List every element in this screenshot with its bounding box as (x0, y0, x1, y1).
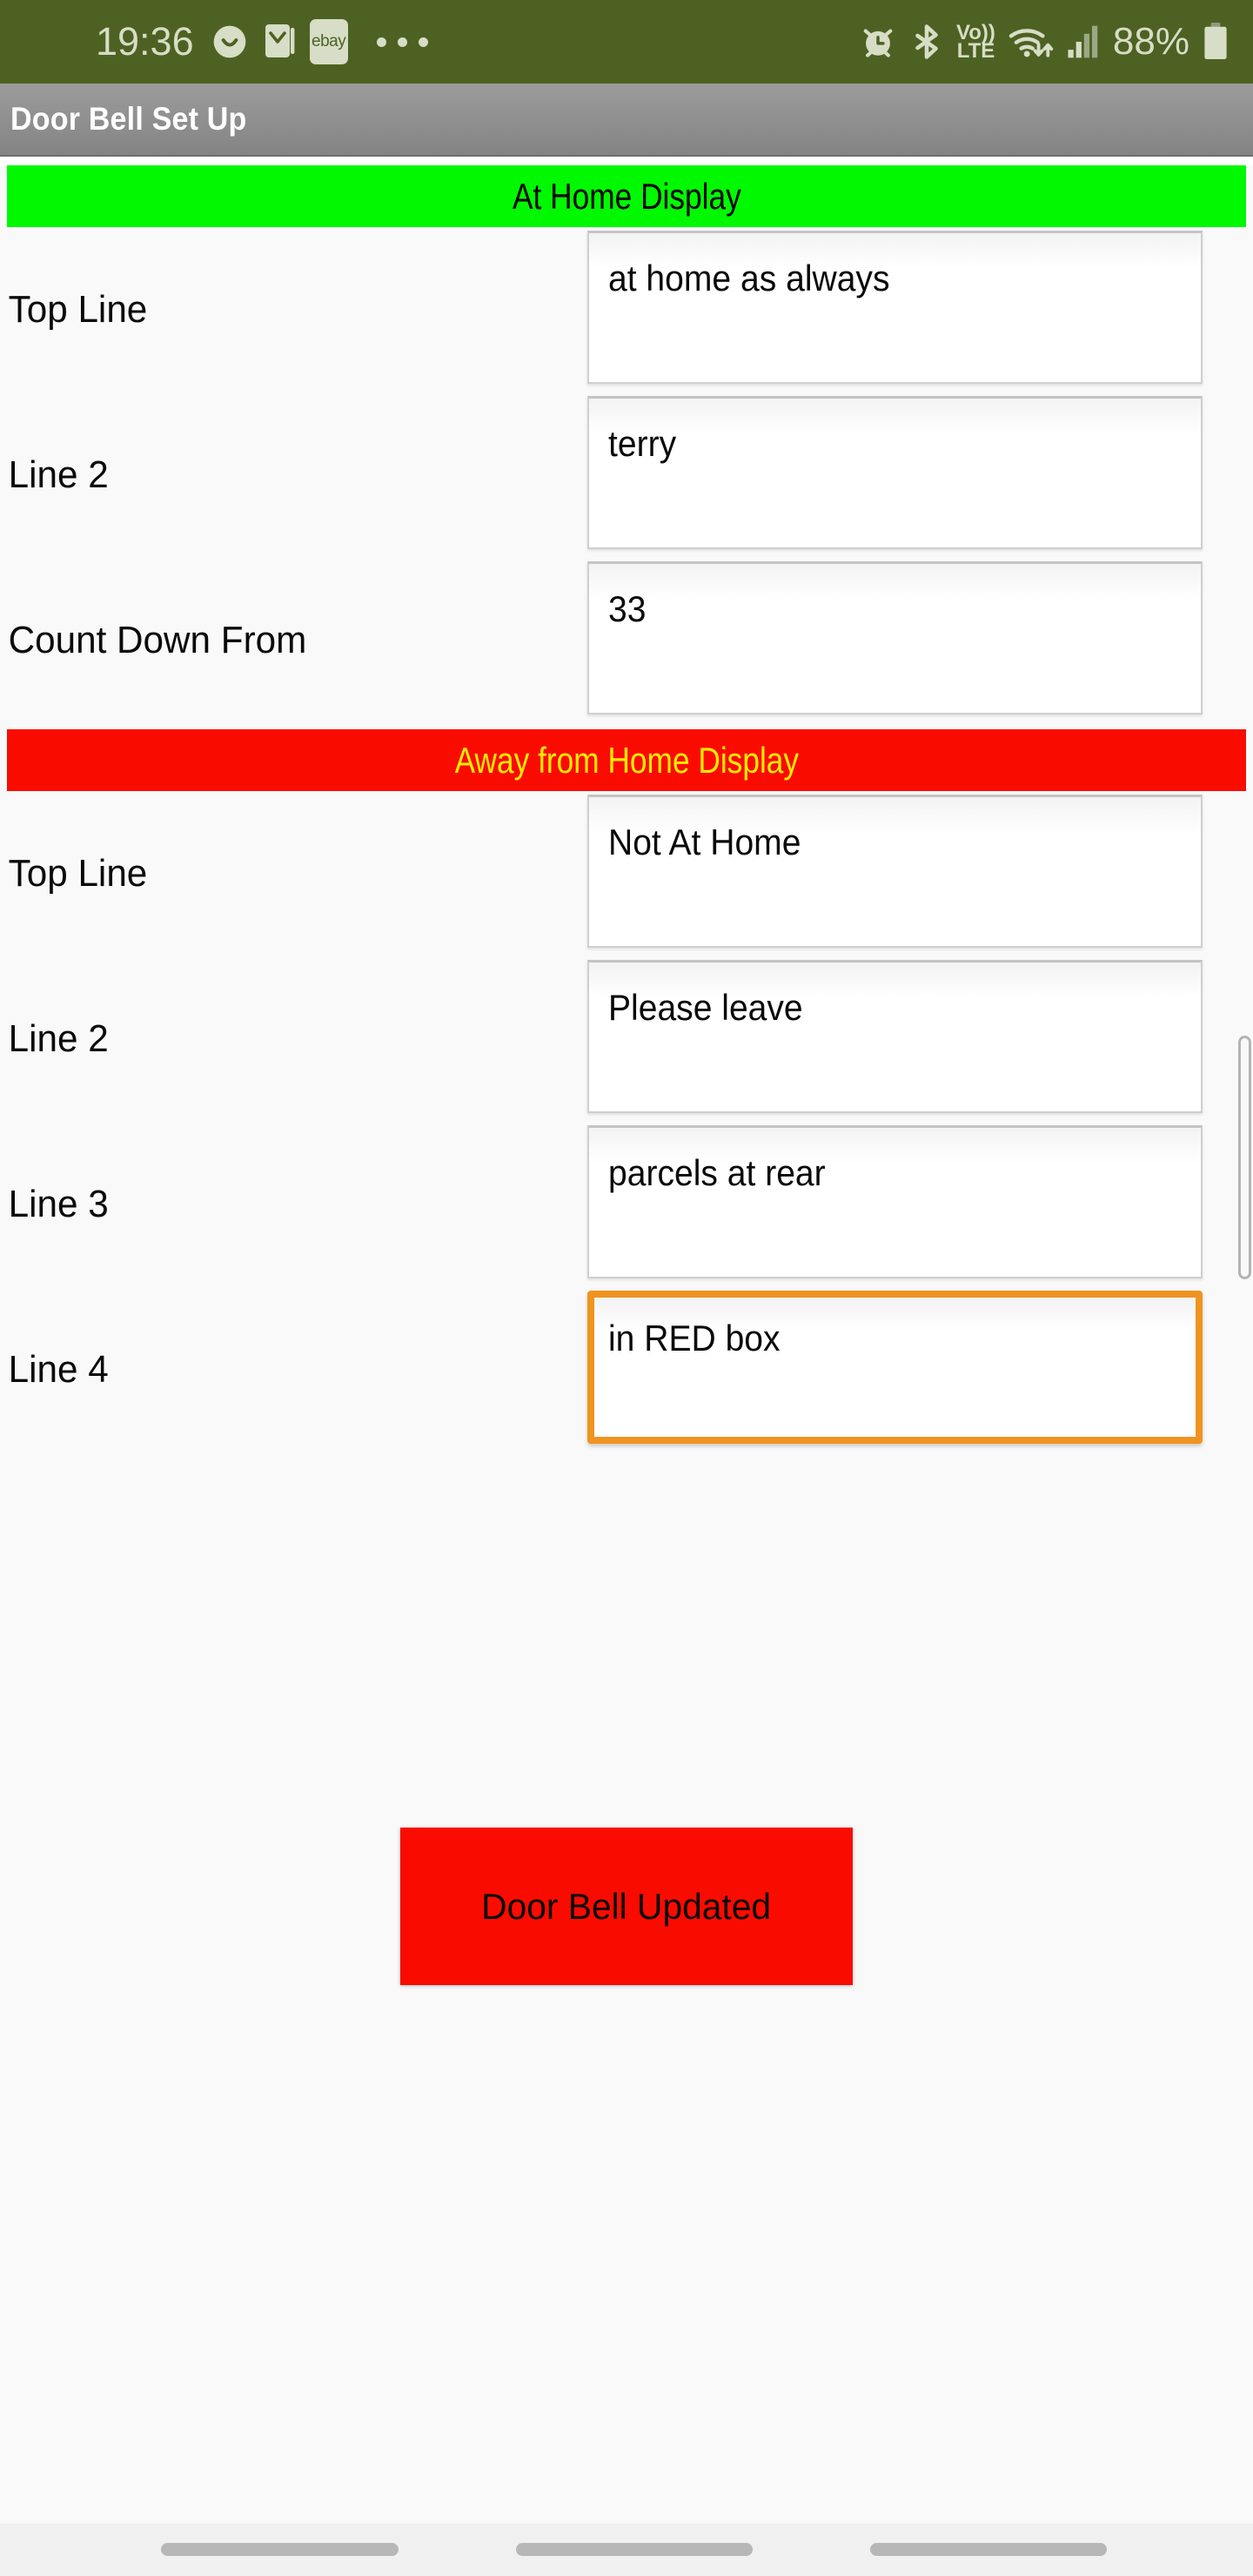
mail-icon (262, 21, 297, 63)
page-title: Door Bell Set Up (10, 101, 247, 137)
label-away-top-line: Top Line (8, 852, 148, 895)
label-at-home-count-down-from: Count Down From (8, 619, 307, 661)
input-away-line-3-value: parcels at rear (608, 1152, 826, 1193)
form-row-away-line-4: Line 4 in RED box (0, 1287, 1253, 1452)
more-notifications-icon (376, 37, 428, 47)
input-at-home-line-2-value: terry (608, 423, 677, 464)
form-row-at-home-count-down-from: Count Down From 33 (0, 558, 1253, 723)
update-button-container: Door Bell Updated (0, 1828, 1253, 1985)
section-header-away-from-home: Away from Home Display (7, 729, 1246, 791)
input-away-top-line-value: Not At Home (608, 822, 801, 862)
input-at-home-count-down-from[interactable]: 33 (587, 561, 1203, 714)
status-bar: 19:36 ebay Vo)) LTE 88% (0, 0, 1253, 84)
status-bar-clock: 19:36 (96, 19, 194, 64)
input-at-home-top-line-value: at home as always (608, 258, 890, 299)
label-at-home-line-2: Line 2 (8, 453, 109, 496)
section-header-at-home-label: At Home Display (512, 175, 741, 217)
smiley-face-icon (211, 23, 249, 61)
input-at-home-top-line[interactable]: at home as always (587, 231, 1203, 384)
label-at-home-top-line: Top Line (8, 288, 148, 331)
wifi-icon (1007, 22, 1054, 62)
status-bar-left: 19:36 ebay (0, 19, 428, 64)
input-away-line-2-value: Please leave (608, 987, 803, 1028)
back-key[interactable] (870, 2543, 1107, 2556)
battery-percentage-label: 88% (1112, 20, 1189, 63)
settings-form: At Home Display Top Line at home as alwa… (0, 165, 1253, 2532)
door-bell-updated-button-label: Door Bell Updated (481, 1885, 772, 1927)
form-row-away-line-2: Line 2 Please leave (0, 956, 1253, 1122)
ebay-app-icon: ebay (309, 19, 348, 64)
input-at-home-line-2[interactable]: terry (587, 396, 1203, 549)
status-bar-right: Vo)) LTE 88% (859, 20, 1230, 64)
input-at-home-count-down-from-value: 33 (608, 588, 647, 629)
section-header-at-home: At Home Display (7, 165, 1246, 227)
form-row-away-line-3: Line 3 parcels at rear (0, 1122, 1253, 1287)
input-away-line-2[interactable]: Please leave (587, 960, 1203, 1113)
door-bell-updated-button[interactable]: Door Bell Updated (400, 1828, 853, 1985)
system-navigation-bar (0, 2524, 1253, 2576)
label-away-line-3: Line 3 (8, 1183, 109, 1225)
recents-key[interactable] (161, 2543, 399, 2556)
input-away-line-3[interactable]: parcels at rear (587, 1125, 1203, 1278)
alarm-clock-icon (859, 23, 897, 61)
section-header-away-from-home-label: Away from Home Display (454, 739, 799, 781)
battery-icon (1201, 21, 1230, 63)
app-title-bar: Door Bell Set Up (0, 84, 1253, 157)
input-away-top-line[interactable]: Not At Home (587, 795, 1203, 948)
bluetooth-icon (908, 23, 945, 61)
cellular-signal-icon (1065, 23, 1100, 61)
form-row-at-home-line-2: Line 2 terry (0, 392, 1253, 558)
vertical-scrollbar-thumb[interactable] (1238, 1036, 1251, 1279)
form-row-away-top-line: Top Line Not At Home (0, 791, 1253, 956)
label-away-line-2: Line 2 (8, 1017, 109, 1060)
form-row-at-home-top-line: Top Line at home as always (0, 227, 1253, 392)
input-away-line-4-value: in RED box (608, 1318, 781, 1358)
input-away-line-4[interactable]: in RED box (587, 1291, 1203, 1444)
volte-icon: Vo)) LTE (956, 20, 995, 63)
home-key[interactable] (516, 2543, 753, 2556)
label-away-line-4: Line 4 (8, 1348, 109, 1391)
